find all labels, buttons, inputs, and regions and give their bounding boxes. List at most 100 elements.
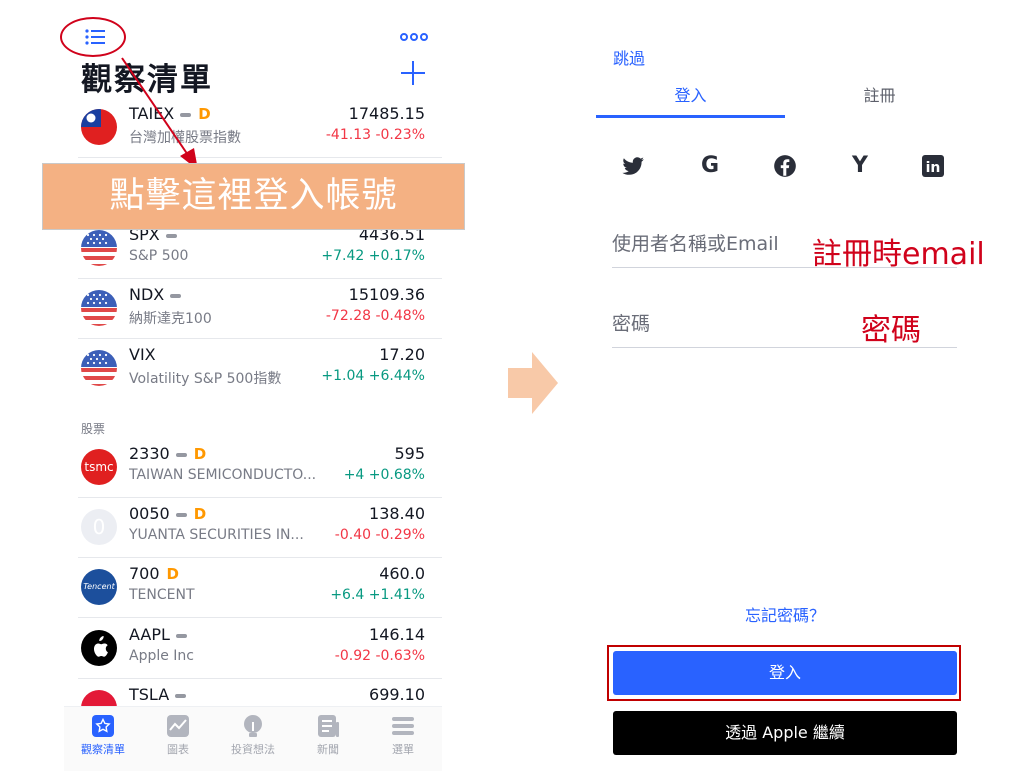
tab-register[interactable]: 註冊 bbox=[785, 82, 974, 118]
symbol-ticker: TAIEX D bbox=[129, 104, 211, 123]
change-value: +6.4 bbox=[330, 587, 365, 603]
login-button-highlight bbox=[607, 645, 961, 701]
symbol-logo-icon: tsmc bbox=[81, 449, 117, 485]
linkedin-icon[interactable]: in bbox=[922, 155, 944, 177]
tab-ideas[interactable]: 投資想法 bbox=[221, 714, 285, 757]
last-price: 699.10 bbox=[369, 685, 425, 704]
tab-watchlist[interactable]: 觀察清單 bbox=[71, 714, 135, 757]
tab-chart[interactable]: 圖表 bbox=[146, 714, 210, 757]
watchlist-row-2330[interactable]: tsmc 2330 D TAIWAN SEMICONDUCTO... 595 +4 +0.… bbox=[78, 438, 442, 498]
logo-text: 0 bbox=[92, 515, 106, 539]
apple-button-label: 透過 Apple 繼續 bbox=[725, 723, 845, 742]
logo-text: tsmc bbox=[84, 460, 114, 474]
watchlist-row-700[interactable]: Tencent 700 D TENCENT 460.0 +6.4 +1.41% bbox=[78, 558, 442, 618]
facebook-icon[interactable] bbox=[772, 153, 798, 179]
change-value: +4 bbox=[343, 467, 365, 483]
twitter-icon[interactable] bbox=[620, 153, 646, 179]
delayed-badge: D bbox=[198, 105, 211, 123]
change-percent: +1.41% bbox=[368, 587, 425, 603]
last-price: 17485.15 bbox=[348, 104, 425, 123]
change-value: +7.42 bbox=[321, 248, 365, 264]
last-price: 460.0 bbox=[379, 564, 425, 583]
watchlist-row-ndx[interactable]: NDX 納斯達克100 15109.36 -72.28 -0.48% bbox=[78, 279, 442, 339]
market-status-icon bbox=[175, 512, 187, 517]
forgot-password-link[interactable]: 忘記密碼？ bbox=[596, 602, 974, 626]
watchlist-screen: 觀察清單 TAIEX D 台灣加權股票指數 17485.15 -41.13 -0.23%… bbox=[64, 0, 442, 771]
symbol-description: TENCENT bbox=[129, 587, 195, 603]
symbol-ticker: 700 D bbox=[129, 564, 179, 583]
symbol-ticker: TSLA bbox=[129, 685, 187, 704]
password-annotation: 密碼 bbox=[861, 313, 921, 348]
ticker-text: TSLA bbox=[129, 685, 170, 704]
symbol-description: TAIWAN SEMICONDUCTO... bbox=[129, 467, 317, 483]
chart-icon bbox=[167, 715, 189, 737]
symbol-logo-icon bbox=[81, 109, 117, 145]
change-percent: -0.63% bbox=[375, 648, 425, 664]
symbol-ticker: NDX bbox=[129, 285, 182, 304]
yahoo-icon[interactable]: Y bbox=[847, 153, 873, 179]
price-change: +6.4 +1.41% bbox=[330, 587, 425, 603]
tab-news[interactable]: 新聞 bbox=[296, 714, 360, 757]
symbol-description: YUANTA SECURITIES IN... bbox=[129, 527, 304, 543]
symbol-description: 納斯達克100 bbox=[129, 311, 212, 327]
login-instruction-banner: 點擊這裡登入帳號 bbox=[42, 163, 465, 230]
delayed-badge: D bbox=[193, 445, 207, 463]
change-value: -72.28 bbox=[325, 308, 372, 324]
price-change: +7.42 +0.17% bbox=[321, 248, 425, 264]
market-status-icon bbox=[175, 633, 187, 638]
ticker-text: 2330 bbox=[129, 444, 170, 463]
price-change: -0.40 -0.29% bbox=[335, 527, 425, 543]
last-price: 146.14 bbox=[369, 625, 425, 644]
market-status-icon bbox=[170, 293, 182, 298]
apple-login-button[interactable]: 透過 Apple 繼續 bbox=[613, 711, 957, 755]
tab-label: 投資想法 bbox=[231, 743, 275, 756]
delayed-badge: D bbox=[193, 505, 207, 523]
last-price: 15109.36 bbox=[348, 285, 425, 304]
last-price: 17.20 bbox=[379, 345, 425, 364]
symbol-description: Volatility S&P 500指數 bbox=[129, 371, 282, 387]
page-title: 觀察清單 bbox=[81, 62, 213, 98]
change-value: -0.92 bbox=[334, 648, 372, 664]
change-percent: -0.29% bbox=[375, 527, 425, 543]
symbol-logo-icon: 0 bbox=[81, 509, 117, 545]
symbol-logo-icon bbox=[81, 290, 117, 326]
ticker-text: AAPL bbox=[129, 625, 170, 644]
ticker-text: 0050 bbox=[129, 504, 170, 523]
watchlist-row-taiex[interactable]: TAIEX D 台灣加權股票指數 17485.15 -41.13 -0.23% bbox=[78, 98, 442, 158]
last-price: 595 bbox=[394, 444, 425, 463]
menu-icon bbox=[392, 717, 414, 735]
symbol-ticker: VIX bbox=[129, 345, 156, 364]
delayed-badge: D bbox=[166, 565, 179, 583]
tab-menu[interactable]: 選單 bbox=[371, 714, 435, 757]
add-symbol-icon[interactable] bbox=[400, 60, 426, 86]
watchlist-row-0050[interactable]: 0 0050 D YUANTA SECURITIES IN... 138.40 -0.40… bbox=[78, 498, 442, 558]
section-label-stocks: 股票 bbox=[81, 422, 106, 436]
ticker-text: 700 bbox=[129, 564, 160, 583]
market-status-icon bbox=[165, 233, 177, 238]
watchlist-row-aapl[interactable]: AAPL Apple Inc 146.14 -0.92 -0.63% bbox=[78, 619, 442, 679]
ticker-text: VIX bbox=[129, 345, 156, 364]
tab-label: 選單 bbox=[392, 743, 414, 756]
star-icon bbox=[92, 715, 114, 737]
logo-text: Tencent bbox=[83, 582, 115, 591]
symbol-logo-icon bbox=[81, 350, 117, 386]
change-percent: -0.23% bbox=[375, 127, 425, 143]
change-value: +1.04 bbox=[321, 368, 365, 384]
symbol-ticker: 0050 D bbox=[129, 504, 206, 523]
symbol-logo-icon bbox=[81, 230, 117, 266]
ticker-text: TAIEX bbox=[129, 104, 175, 123]
more-options-icon[interactable] bbox=[400, 30, 428, 44]
symbol-ticker: 2330 D bbox=[129, 444, 206, 463]
symbol-logo-icon bbox=[81, 630, 117, 666]
tab-login[interactable]: 登入 bbox=[596, 82, 785, 118]
tab-label: 圖表 bbox=[167, 743, 189, 756]
watchlist-row-vix[interactable]: VIX Volatility S&P 500指數 17.20 +1.04 +6.44% bbox=[78, 339, 442, 399]
symbol-description: Apple Inc bbox=[129, 648, 195, 664]
symbol-description: 台灣加權股票指數 bbox=[129, 130, 241, 146]
skip-link[interactable]: 跳過 bbox=[613, 45, 645, 69]
symbol-logo-icon: Tencent bbox=[81, 569, 117, 605]
symbol-description: S&P 500 bbox=[129, 248, 189, 264]
google-icon[interactable]: G bbox=[697, 153, 723, 179]
bulb-icon bbox=[244, 715, 262, 737]
email-annotation: 註冊時email bbox=[812, 237, 985, 272]
